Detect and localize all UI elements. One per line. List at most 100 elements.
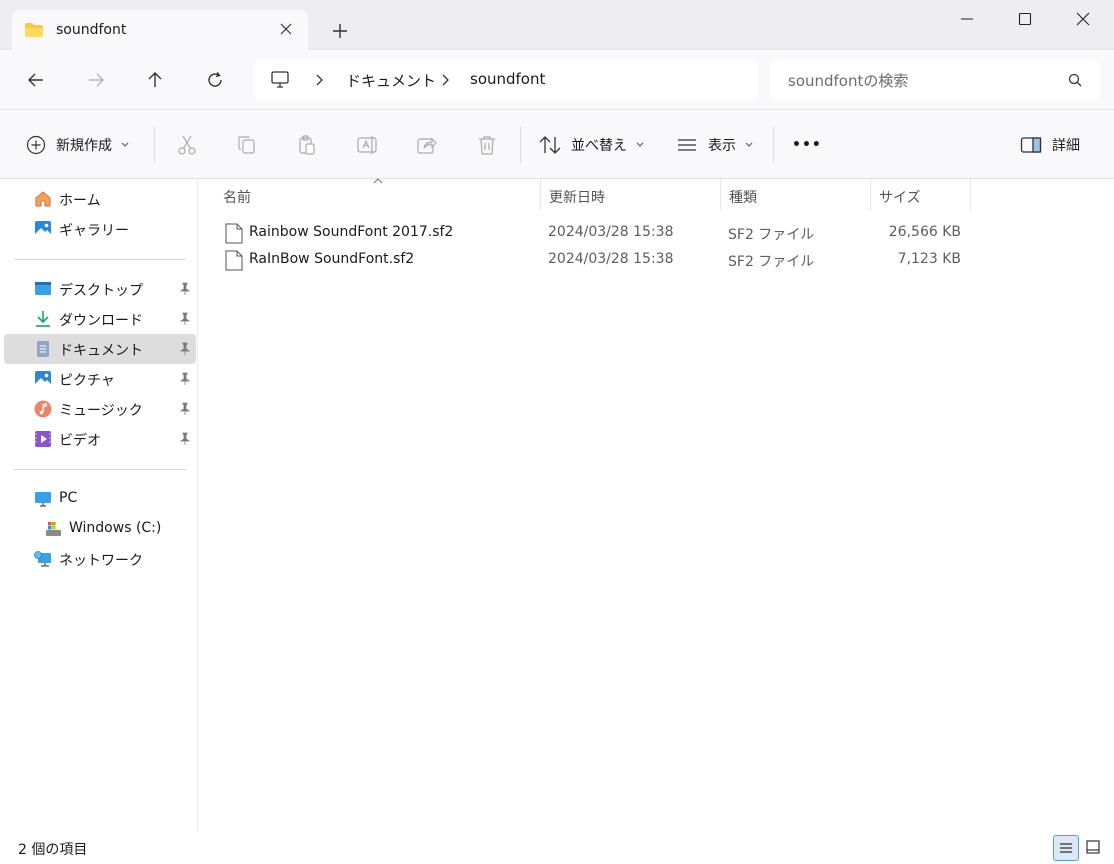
arrow-left-icon <box>28 73 43 87</box>
forward-button[interactable] <box>82 66 110 94</box>
column-header-name[interactable]: 名前 <box>215 179 541 211</box>
file-size: 26,566 KB <box>888 224 961 240</box>
tab-soundfont[interactable]: soundfont <box>12 10 308 51</box>
view-button[interactable]: 表示 <box>676 131 754 159</box>
file-date: 2024/03/28 15:38 <box>548 251 674 267</box>
close-tab-icon[interactable] <box>278 21 294 37</box>
chevron-down-icon <box>745 142 753 147</box>
column-header-label: 更新日時 <box>549 190 605 206</box>
search-box[interactable]: soundfontの検索 <box>770 60 1100 100</box>
pin-icon[interactable] <box>178 282 192 296</box>
pin-icon[interactable] <box>178 312 192 326</box>
network-icon <box>34 551 51 567</box>
sidebar-item-label: ギャラリー <box>59 223 129 239</box>
toolbar-divider <box>520 127 521 163</box>
table-row[interactable]: RaInBow SoundFont.sf2 2024/03/28 15:38 S… <box>219 247 971 274</box>
navigation-pane: ホーム ギャラリー デスクトップ ダウンロード ドキュメント ピクチャ ミュージ… <box>0 179 198 831</box>
pictures-icon <box>35 371 51 387</box>
sidebar-item-home[interactable]: ホーム <box>4 184 196 214</box>
new-button-label: 新規作成 <box>56 138 112 154</box>
sidebar-item-pc[interactable]: PC <box>4 484 196 514</box>
new-button[interactable]: 新規作成 <box>26 131 130 159</box>
breadcrumb-documents[interactable]: ドキュメント <box>346 70 436 91</box>
file-date: 2024/03/28 15:38 <box>548 224 674 240</box>
file-name[interactable]: RaInBow SoundFont.sf2 <box>249 251 414 267</box>
minimize-icon <box>961 18 973 20</box>
details-view-icon <box>1060 843 1072 853</box>
cut-icon[interactable] <box>175 133 199 157</box>
item-count: 2 個の項目 <box>18 842 88 858</box>
minimize-button[interactable] <box>938 0 996 40</box>
table-row[interactable]: Rainbow SoundFont 2017.sf2 2024/03/28 15… <box>219 220 971 247</box>
chevron-right-icon[interactable] <box>440 73 452 87</box>
sidebar-item-music[interactable]: ミュージック <box>4 394 196 424</box>
column-header-date[interactable]: 更新日時 <box>541 179 721 211</box>
sidebar-item-label: ホーム <box>59 193 101 209</box>
breadcrumb-soundfont[interactable]: soundfont <box>470 70 545 88</box>
sidebar-item-label: PC <box>59 490 78 506</box>
column-header-size[interactable]: サイズ <box>871 179 971 211</box>
up-button[interactable] <box>141 66 169 94</box>
chevron-right-icon[interactable] <box>314 73 326 87</box>
sidebar-item-gallery[interactable]: ギャラリー <box>4 214 196 244</box>
copy-icon[interactable] <box>235 133 259 157</box>
search-placeholder[interactable]: soundfontの検索 <box>788 70 908 91</box>
sidebar-item-drive-c[interactable]: Windows (C:) <box>4 514 196 544</box>
close-window-button[interactable] <box>1054 0 1112 40</box>
pin-icon[interactable] <box>178 372 192 386</box>
back-button[interactable] <box>22 66 50 94</box>
address-bar[interactable]: ドキュメント soundfont <box>254 60 758 100</box>
details-pane-button[interactable]: 詳細 <box>1020 131 1080 159</box>
column-header-label: 種類 <box>729 190 757 206</box>
sidebar-item-videos[interactable]: ビデオ <box>4 424 196 454</box>
sidebar-item-label: ビデオ <box>59 433 101 449</box>
pin-icon[interactable] <box>178 432 192 446</box>
chevron-down-icon <box>636 142 644 147</box>
download-icon <box>36 311 50 327</box>
sidebar-item-label: Windows (C:) <box>69 520 162 536</box>
rename-icon[interactable] <box>355 133 379 157</box>
maximize-icon <box>1018 12 1032 26</box>
details-view-button[interactable] <box>1053 835 1079 861</box>
documents-icon <box>37 341 49 357</box>
file-icon <box>225 223 243 244</box>
navigation-bar: ドキュメント soundfont soundfontの検索 <box>0 50 1114 110</box>
toolbar-divider <box>773 127 774 163</box>
sidebar-item-desktop[interactable]: デスクトップ <box>4 274 196 304</box>
music-icon <box>34 400 52 418</box>
chevron-down-icon <box>121 142 129 147</box>
sidebar-item-documents[interactable]: ドキュメント <box>4 334 196 364</box>
pin-icon[interactable] <box>178 402 192 416</box>
sidebar-item-network[interactable]: ネットワーク <box>4 544 196 574</box>
maximize-button[interactable] <box>996 0 1054 40</box>
paste-icon[interactable] <box>295 133 319 157</box>
sort-button[interactable]: 並べ替え <box>539 131 645 159</box>
sort-button-label: 並べ替え <box>571 138 627 154</box>
sidebar-item-pictures[interactable]: ピクチャ <box>4 364 196 394</box>
more-options-button[interactable]: ••• <box>792 131 822 159</box>
sort-icon <box>539 136 561 154</box>
folder-icon <box>25 23 43 37</box>
file-name[interactable]: Rainbow SoundFont 2017.sf2 <box>249 224 453 240</box>
search-icon[interactable] <box>1068 73 1082 87</box>
share-icon[interactable] <box>415 133 439 157</box>
drive-icon <box>46 522 61 536</box>
sidebar-item-downloads[interactable]: ダウンロード <box>4 304 196 334</box>
details-pane-icon <box>1020 137 1042 153</box>
plus-circle-icon <box>26 135 46 155</box>
refresh-button[interactable] <box>201 66 229 94</box>
details-button-label: 詳細 <box>1052 138 1080 154</box>
large-icons-view-button[interactable] <box>1081 835 1107 861</box>
column-header-type[interactable]: 種類 <box>721 179 871 211</box>
delete-icon[interactable] <box>475 133 499 157</box>
command-bar: 新規作成 並べ替え 表示 ••• 詳細 <box>0 111 1114 179</box>
pin-icon[interactable] <box>178 342 192 356</box>
new-tab-icon[interactable] <box>330 21 350 41</box>
tab-title: soundfont <box>56 22 127 38</box>
sidebar-item-label: ミュージック <box>59 403 143 419</box>
file-icon <box>225 250 243 271</box>
status-bar: 2 個の項目 <box>0 831 1114 864</box>
refresh-icon <box>208 72 222 87</box>
gallery-icon <box>35 221 51 237</box>
sidebar-divider <box>14 259 186 260</box>
